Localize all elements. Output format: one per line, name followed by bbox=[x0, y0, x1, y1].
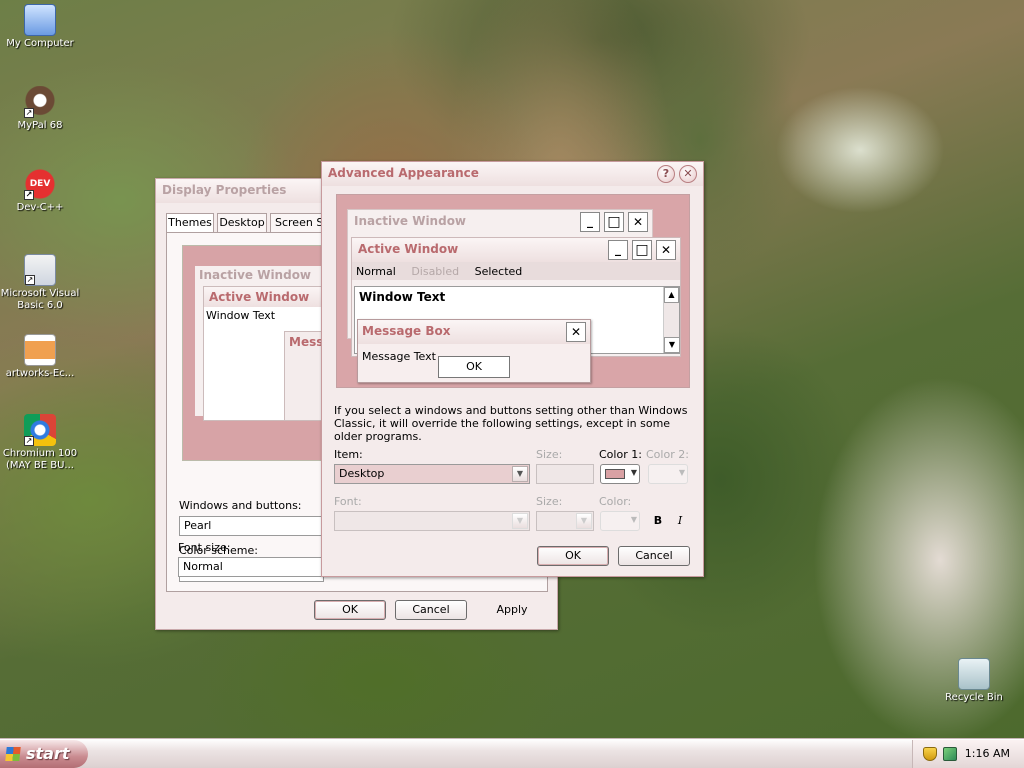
preview-menu-selected: Selected bbox=[474, 265, 523, 278]
font-size-label: Font size: bbox=[178, 541, 231, 554]
taskbar: start 1:16 AM bbox=[0, 738, 1024, 768]
windows-buttons-label: Windows and buttons: bbox=[179, 499, 302, 512]
desktop-icon-devcpp[interactable]: DEV ↗ Dev-C++ bbox=[0, 168, 80, 214]
preview-message-titlebar: Message Box ✕ bbox=[358, 320, 590, 344]
chevron-down-icon: ▼ bbox=[678, 468, 685, 477]
color1-label: Color 1: bbox=[599, 448, 642, 461]
devcpp-icon: DEV ↗ bbox=[24, 168, 56, 200]
preview-message-text: Message Text bbox=[362, 350, 436, 363]
minimize-icon: _ bbox=[580, 212, 600, 232]
appearance-preview: Inactive Window Active Window Window Tex… bbox=[182, 245, 346, 461]
preview-inactive-title: Inactive Window _ □ ✕ bbox=[348, 210, 652, 234]
maximize-icon: □ bbox=[632, 240, 652, 260]
tab-themes[interactable]: Themes bbox=[166, 213, 214, 233]
preview-message-ok: OK bbox=[438, 356, 510, 378]
item-select-value: Desktop bbox=[339, 467, 385, 480]
clock[interactable]: 1:16 AM bbox=[965, 747, 1010, 760]
chromium-icon: ↗ bbox=[24, 414, 56, 446]
preview-inactive-title-text: Inactive Window bbox=[354, 214, 467, 228]
desktop-icon-recycle-bin[interactable]: Recycle Bin bbox=[934, 658, 1014, 704]
desktop-icon-label: Recycle Bin bbox=[945, 692, 1003, 703]
scroll-down-icon: ▼ bbox=[664, 337, 680, 353]
preview-menu-disabled: Disabled bbox=[411, 265, 460, 278]
start-button[interactable]: start bbox=[0, 740, 88, 768]
font-label: Font: bbox=[334, 495, 362, 508]
cancel-button[interactable]: Cancel bbox=[395, 600, 467, 620]
desktop-icon-visual-basic[interactable]: ↗ Microsoft Visual Basic 6.0 bbox=[0, 254, 84, 312]
chevron-down-icon: ▼ bbox=[512, 466, 528, 482]
font-size-select[interactable]: Normal bbox=[178, 557, 323, 577]
desktop-icon-label: Chromium 100 (MAY BE BU... bbox=[2, 448, 78, 471]
item-label: Item: bbox=[334, 448, 363, 461]
size-label: Size: bbox=[536, 448, 563, 461]
image-file-icon bbox=[24, 334, 56, 366]
minimize-icon: _ bbox=[608, 240, 628, 260]
security-shield-icon[interactable] bbox=[923, 747, 937, 761]
desktop-icon-my-computer[interactable]: My Computer bbox=[0, 4, 80, 50]
advanced-appearance-dialog: Advanced Appearance ? ✕ Inactive Window … bbox=[321, 161, 704, 577]
tab-desktop[interactable]: Desktop bbox=[217, 213, 267, 233]
chevron-down-icon: ▼ bbox=[512, 513, 528, 529]
network-icon[interactable] bbox=[943, 747, 957, 761]
close-icon: ✕ bbox=[628, 212, 648, 232]
desktop-icon-mypal[interactable]: ↗ MyPal 68 bbox=[0, 86, 80, 132]
recycle-bin-icon bbox=[958, 658, 990, 690]
size-spinner bbox=[536, 464, 594, 484]
override-notice: If you select a windows and buttons sett… bbox=[334, 404, 688, 443]
help-icon[interactable]: ? bbox=[657, 165, 675, 183]
chevron-down-icon: ▼ bbox=[630, 515, 637, 524]
windows-buttons-select[interactable]: Pearl bbox=[179, 516, 324, 536]
start-label: start bbox=[26, 744, 70, 763]
font-select: ▼ bbox=[334, 511, 530, 531]
close-icon[interactable]: ✕ bbox=[679, 165, 697, 183]
advanced-preview[interactable]: Inactive Window _ □ ✕ Active Window _ □ … bbox=[336, 194, 690, 388]
font-size-label: Size: bbox=[536, 495, 563, 508]
cancel-button[interactable]: Cancel bbox=[618, 546, 690, 566]
preview-message-title: Message Box bbox=[362, 324, 451, 338]
windows-logo-icon bbox=[5, 747, 21, 761]
desktop-icon-label: MyPal 68 bbox=[17, 120, 63, 131]
preview-message-box: Message Box ✕ Message Text OK bbox=[357, 319, 591, 383]
preview-menu-normal: Normal bbox=[356, 265, 396, 278]
chevron-down-icon: ▼ bbox=[576, 513, 592, 529]
font-color-button: ▼ bbox=[600, 511, 640, 531]
font-size-select: ▼ bbox=[536, 511, 594, 531]
desktop-icon-label: My Computer bbox=[6, 38, 74, 49]
ok-button[interactable]: OK bbox=[314, 600, 386, 620]
preview-menu-bar: Normal Disabled Selected bbox=[352, 262, 680, 280]
bold-toggle[interactable]: B bbox=[648, 512, 668, 530]
desktop-icon-label: artworks-Ec... bbox=[5, 368, 75, 379]
system-tray: 1:16 AM bbox=[912, 740, 1024, 768]
computer-icon bbox=[24, 4, 56, 36]
mypal-icon: ↗ bbox=[24, 86, 56, 118]
preview-window-text: Window Text bbox=[359, 290, 446, 304]
item-select[interactable]: Desktop ▼ bbox=[334, 464, 530, 484]
close-icon: ✕ bbox=[656, 240, 676, 260]
italic-toggle[interactable]: I bbox=[670, 512, 690, 530]
color1-swatch bbox=[605, 469, 625, 479]
color1-button[interactable]: ▼ bbox=[600, 464, 640, 484]
desktop-icon-artworks[interactable]: artworks-Ec... bbox=[0, 334, 80, 380]
desktop-wallpaper: My Computer ↗ MyPal 68 DEV ↗ Dev-C++ ↗ Mi… bbox=[0, 0, 1024, 738]
desktop-icon-label: Dev-C++ bbox=[16, 202, 64, 213]
apply-button[interactable]: Apply bbox=[476, 600, 548, 620]
font-color-label: Color: bbox=[599, 495, 632, 508]
preview-active-title: Active Window _ □ ✕ bbox=[352, 238, 680, 262]
desktop-icon-label: Microsoft Visual Basic 6.0 bbox=[0, 288, 80, 311]
scroll-up-icon: ▲ bbox=[664, 287, 679, 303]
window-title: Display Properties bbox=[162, 183, 287, 197]
preview-active-title-text: Active Window bbox=[358, 242, 459, 256]
maximize-icon: □ bbox=[604, 212, 624, 232]
dialog-title: Advanced Appearance bbox=[328, 166, 479, 180]
color2-button: ▼ bbox=[648, 464, 688, 484]
visual-basic-icon: ↗ bbox=[24, 254, 56, 286]
advanced-appearance-titlebar[interactable]: Advanced Appearance ? ✕ bbox=[322, 162, 703, 186]
ok-button[interactable]: OK bbox=[537, 546, 609, 566]
desktop-icon-chromium[interactable]: ↗ Chromium 100 (MAY BE BU... bbox=[0, 414, 82, 472]
chevron-down-icon: ▼ bbox=[630, 468, 637, 477]
color2-label: Color 2: bbox=[646, 448, 689, 461]
close-icon: ✕ bbox=[566, 322, 586, 342]
preview-scrollbar: ▲ ▼ bbox=[663, 287, 680, 353]
